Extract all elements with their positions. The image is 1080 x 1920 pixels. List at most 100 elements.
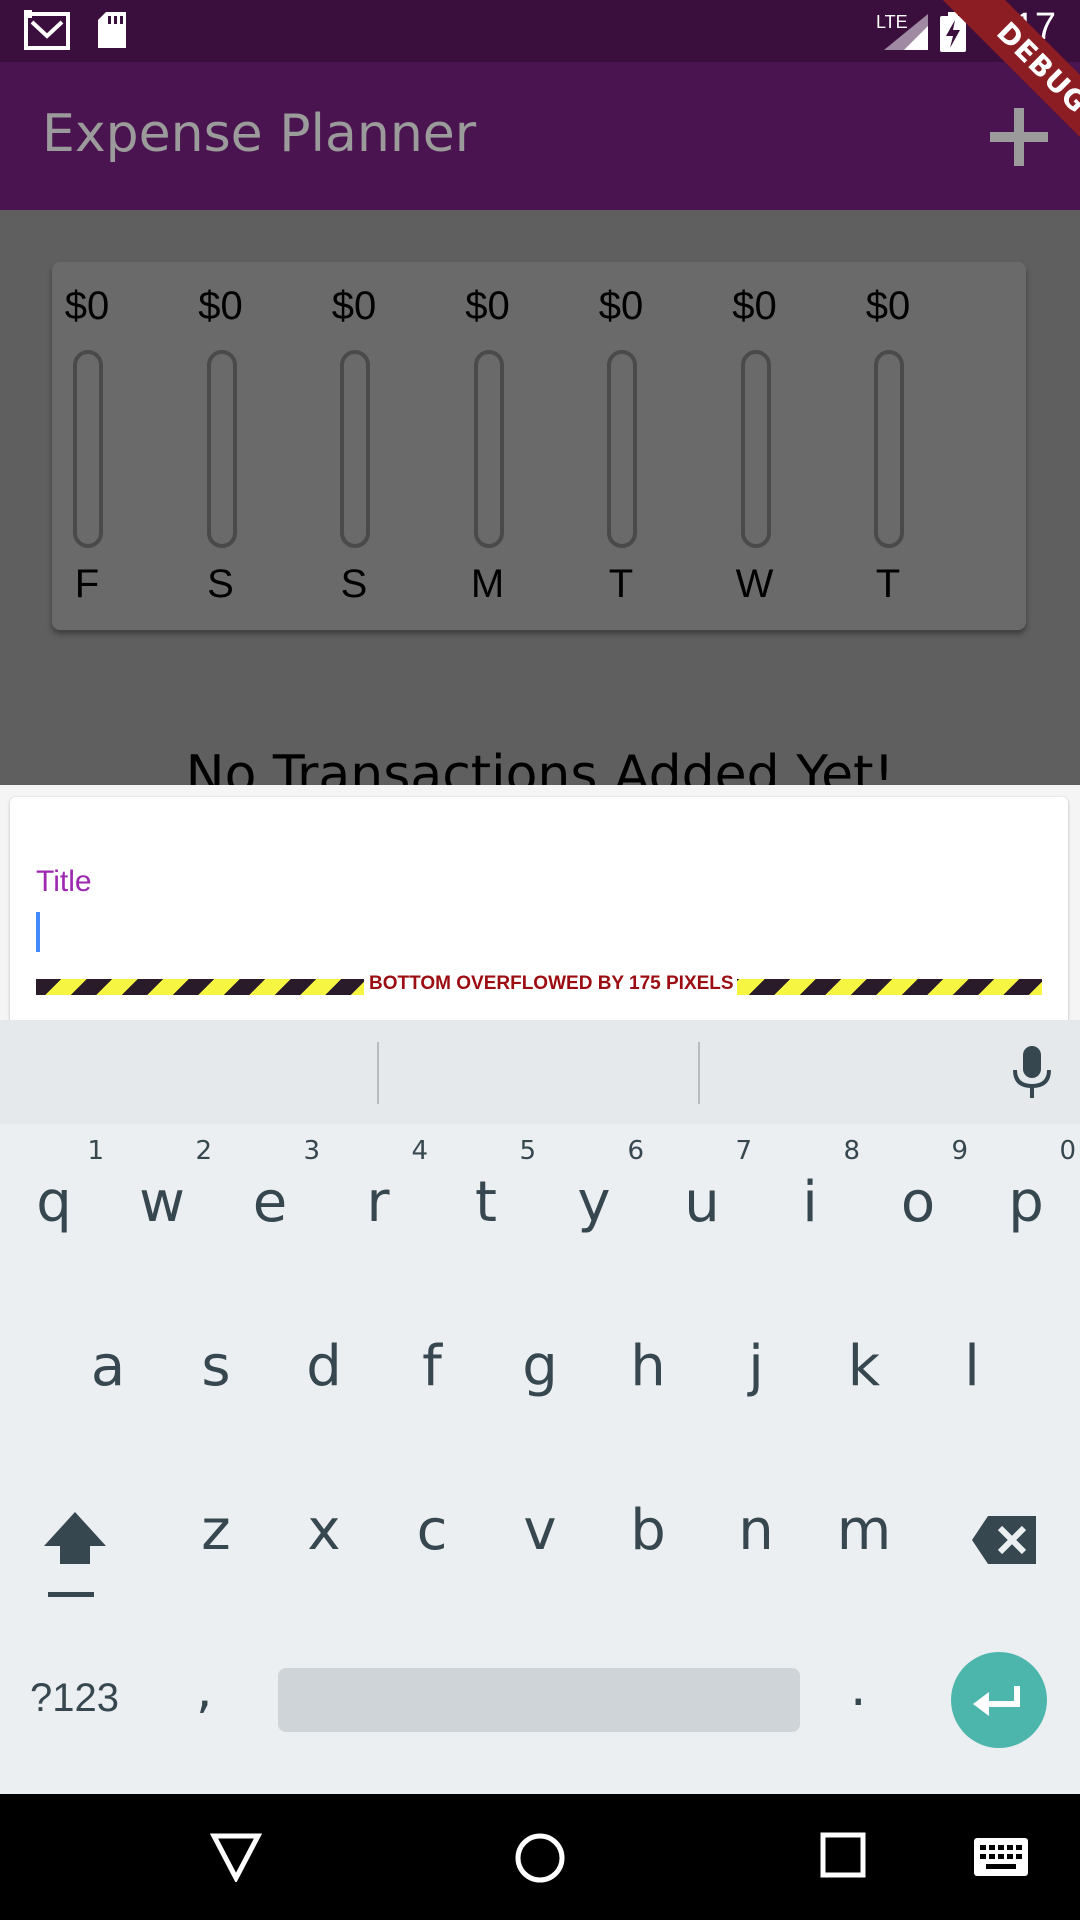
bar-day-label: W xyxy=(735,562,774,606)
overflow-stripe-left xyxy=(36,979,364,995)
bar-track xyxy=(73,350,103,548)
key[interactable]: w2 xyxy=(112,1128,212,1258)
key-label: d xyxy=(306,1334,342,1399)
key-label: p xyxy=(1008,1170,1044,1235)
key-label: f xyxy=(422,1334,442,1399)
title-field-label: Title xyxy=(36,865,92,898)
key[interactable]: i8 xyxy=(760,1128,860,1258)
bar-amount-label: $0 xyxy=(64,284,110,328)
enter-key[interactable] xyxy=(951,1652,1047,1748)
weekly-chart-card: $0 F $0 S $0 S $0 M $0 T $0 W $0 T xyxy=(52,262,1026,630)
key[interactable]: p0 xyxy=(976,1128,1076,1258)
shift-key[interactable] xyxy=(40,1508,110,1618)
chart-bar: $0 M xyxy=(438,262,538,630)
bar-amount-label: $0 xyxy=(732,284,777,328)
key[interactable]: b xyxy=(598,1456,698,1586)
bar-amount-label: $0 xyxy=(865,284,911,328)
bar-day-label: T xyxy=(608,562,634,606)
empty-state-message: No Transactions Added Yet! xyxy=(185,745,895,785)
key-label: x xyxy=(307,1498,341,1563)
key-label: g xyxy=(522,1334,558,1399)
key[interactable]: u7 xyxy=(652,1128,752,1258)
key-label: y xyxy=(577,1170,611,1235)
key-label: l xyxy=(964,1334,980,1399)
chart-bar: $0 F xyxy=(37,262,137,630)
key-label: m xyxy=(836,1498,892,1563)
key[interactable]: y6 xyxy=(544,1128,644,1258)
bar-day-label: S xyxy=(207,562,234,606)
chart-bar: $0 T xyxy=(571,262,671,630)
shift-icon xyxy=(44,1512,106,1597)
key-hint: 0 xyxy=(1059,1136,1076,1166)
key-label: w xyxy=(139,1170,185,1235)
symbols-key[interactable]: ?123 xyxy=(30,1676,119,1721)
chart-bar: $0 T xyxy=(838,262,938,630)
key[interactable]: n xyxy=(706,1456,806,1586)
title-input[interactable] xyxy=(36,909,1040,955)
key[interactable]: k xyxy=(814,1292,914,1422)
back-icon[interactable] xyxy=(209,1832,263,1886)
sd-card-icon xyxy=(96,10,128,54)
key[interactable]: d xyxy=(274,1292,374,1422)
key[interactable]: r4 xyxy=(328,1128,428,1258)
gmail-icon xyxy=(24,10,70,54)
key-hint: 3 xyxy=(303,1136,320,1166)
key[interactable]: v xyxy=(490,1456,590,1586)
recents-icon[interactable] xyxy=(820,1832,866,1882)
text-cursor xyxy=(36,912,40,952)
bar-track xyxy=(473,350,504,548)
key[interactable]: t5 xyxy=(436,1128,536,1258)
key[interactable]: j xyxy=(706,1292,806,1422)
chart-bar: $0 S xyxy=(304,262,404,630)
bar-day-label: M xyxy=(470,562,505,606)
key-label: t xyxy=(475,1170,497,1235)
enter-icon xyxy=(973,1686,1020,1716)
key-label: r xyxy=(366,1170,390,1235)
key-hint: 6 xyxy=(627,1136,644,1166)
period-key[interactable]: . xyxy=(850,1658,867,1718)
navigation-bar xyxy=(0,1794,1080,1920)
home-icon[interactable] xyxy=(514,1832,566,1888)
comma-key[interactable]: , xyxy=(196,1660,213,1720)
main-content: $0 F $0 S $0 S $0 M $0 T $0 W $0 T No Transactions Ad… xyxy=(0,210,1080,785)
key-hint: 5 xyxy=(519,1136,536,1166)
key[interactable]: g xyxy=(490,1292,590,1422)
soft-keyboard: q1w2e3r4t5y6u7i8o9p0asdfghjklzxcvbnm ?12… xyxy=(0,1020,1080,1794)
bar-track xyxy=(340,350,370,548)
key[interactable]: h xyxy=(598,1292,698,1422)
key[interactable]: e3 xyxy=(220,1128,320,1258)
key-label: z xyxy=(201,1498,231,1563)
backspace-key[interactable] xyxy=(970,1510,1040,1570)
key-label: h xyxy=(630,1334,666,1399)
key[interactable]: c xyxy=(382,1456,482,1586)
bar-day-label: T xyxy=(875,562,901,606)
space-bar[interactable] xyxy=(278,1668,800,1732)
key[interactable]: z xyxy=(166,1456,266,1586)
key-label: s xyxy=(201,1334,231,1399)
key[interactable]: a xyxy=(58,1292,158,1422)
keyboard-switch-icon[interactable] xyxy=(974,1838,1028,1880)
bar-track xyxy=(740,350,771,548)
key[interactable]: f xyxy=(382,1292,482,1422)
bar-track xyxy=(607,350,637,548)
bar-day-label: S xyxy=(340,562,368,606)
debug-label: DEBUG xyxy=(934,0,1080,150)
key-label: q xyxy=(36,1170,72,1235)
key-label: k xyxy=(847,1334,881,1399)
key[interactable]: m xyxy=(814,1456,914,1586)
chart-bar: $0 W xyxy=(705,262,805,630)
key[interactable]: s xyxy=(166,1292,266,1422)
key[interactable]: x xyxy=(274,1456,374,1586)
new-transaction-card: Title BOTTOM OVERFLOWED BY 175 PIXELS xyxy=(10,797,1068,1027)
key-hint: 4 xyxy=(411,1136,428,1166)
key-hint: 9 xyxy=(951,1136,968,1166)
key-label: j xyxy=(748,1334,764,1399)
bar-amount-label: $0 xyxy=(465,284,510,328)
key[interactable]: l xyxy=(922,1292,1022,1422)
app-title: Expense Planner xyxy=(42,104,477,164)
key[interactable]: q1 xyxy=(4,1128,104,1258)
key[interactable]: o9 xyxy=(868,1128,968,1258)
key-hint: 1 xyxy=(87,1136,104,1166)
key-label: o xyxy=(900,1170,936,1235)
bar-amount-label: $0 xyxy=(598,284,644,328)
